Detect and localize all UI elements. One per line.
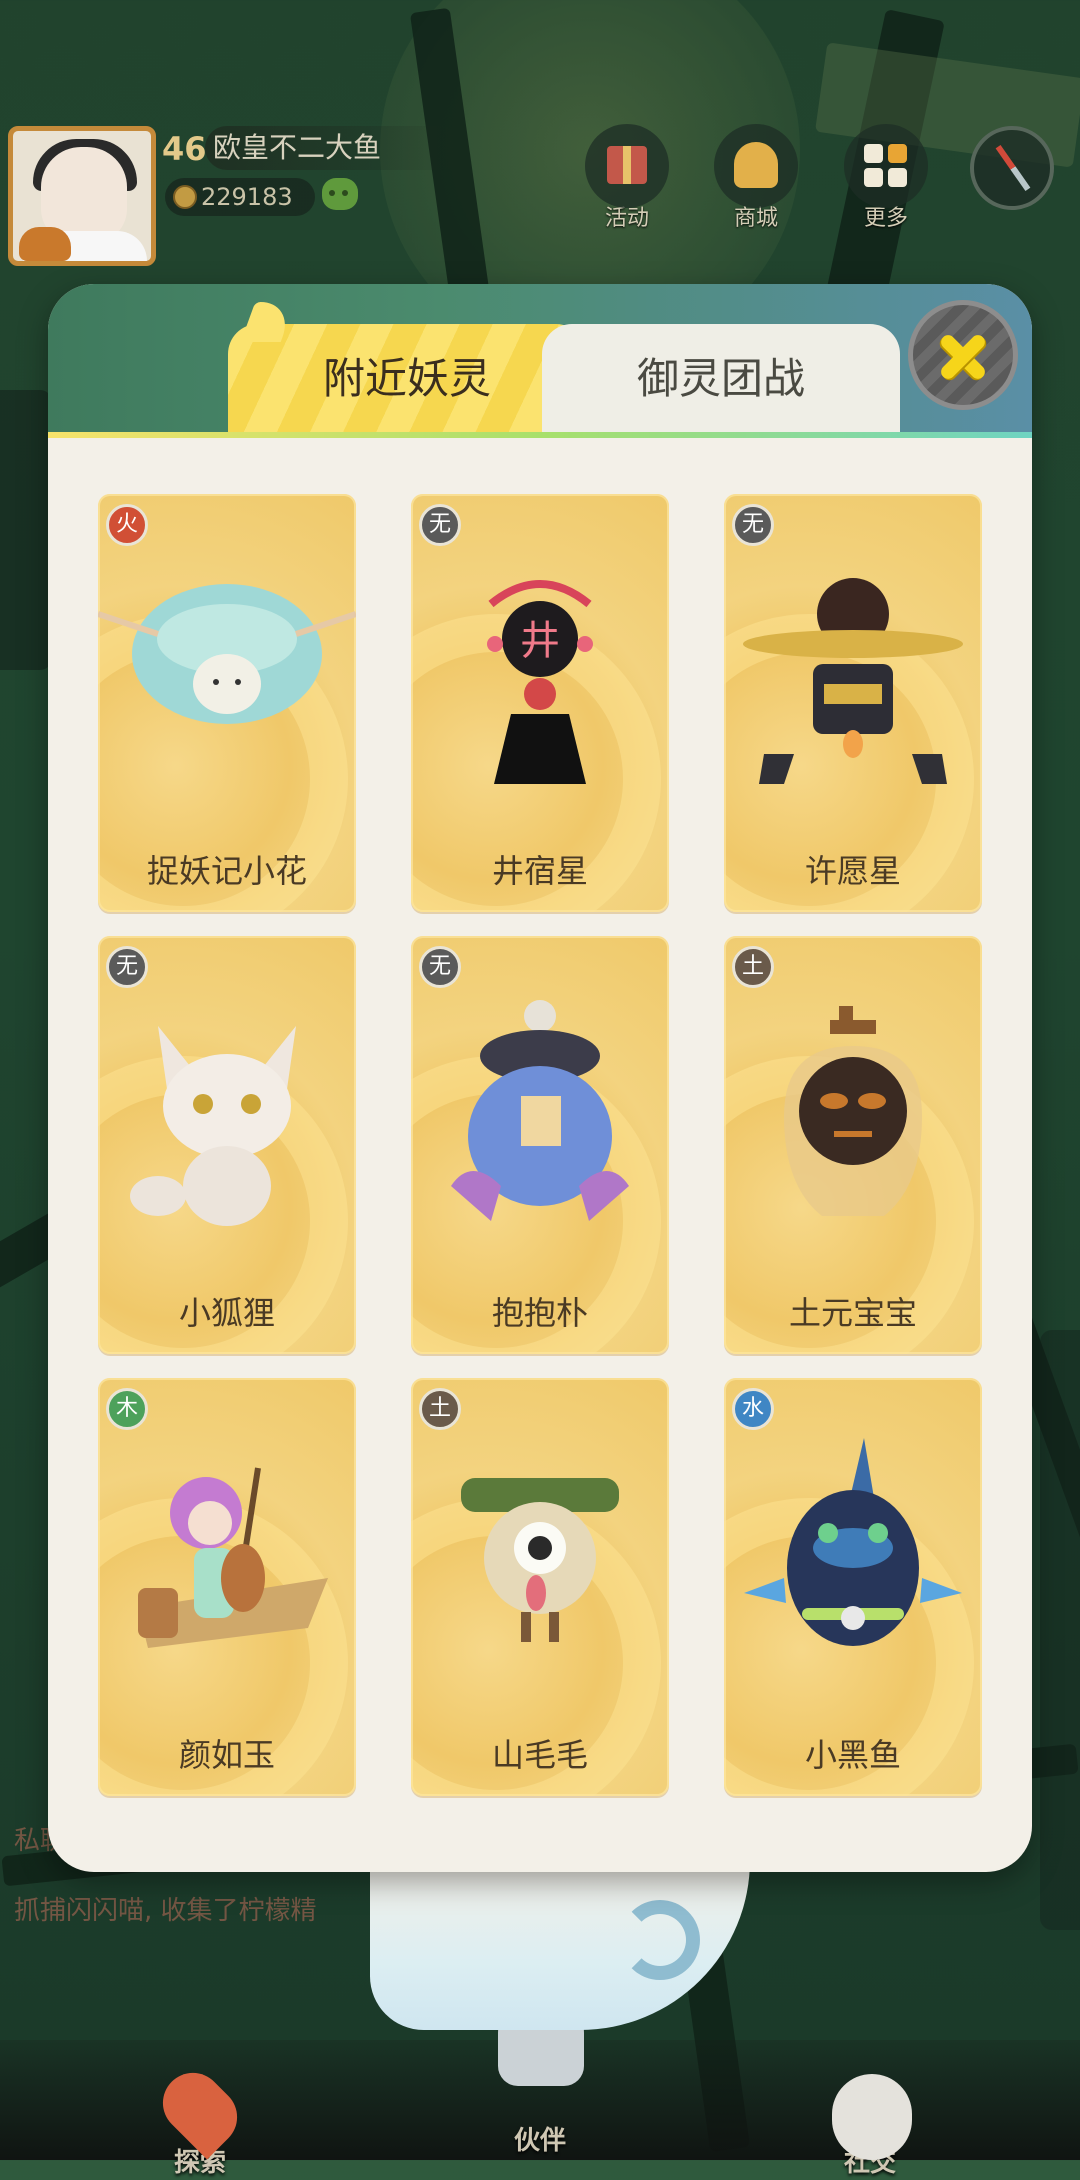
creature-xiaoheiyu-icon (744, 1438, 962, 1646)
element-badge: 无 (106, 946, 148, 988)
tab-nearby-spirits[interactable]: 附近妖灵 (228, 324, 586, 434)
creature-baobaopu-icon (451, 1000, 629, 1221)
creature-shanmaomao-icon (461, 1478, 619, 1642)
creature-jingsuxing-icon: 井 (487, 580, 593, 784)
modal-header: 附近妖灵 御灵团战 (48, 284, 1032, 438)
social-icon (832, 2074, 912, 2160)
spirit-name: 捉妖记小花 (146, 852, 307, 890)
creature-xuyuanxing-icon (743, 578, 963, 784)
spirit-card[interactable]: 木 颜如玉 (98, 1378, 356, 1796)
spirit-name: 许愿星 (804, 852, 901, 890)
side-panel-collapsed[interactable] (0, 390, 52, 670)
coin-amount: 229183 (201, 183, 293, 211)
spirit-name: 小狐狸 (178, 1294, 275, 1332)
spirit-name: 小黑鱼 (804, 1736, 901, 1774)
more-button[interactable]: 更多 (842, 124, 930, 232)
creature-yanruyu-icon (138, 1467, 328, 1648)
spirit-card[interactable]: 无 小狐狸 (98, 936, 356, 1354)
shop-button[interactable]: 商城 (712, 124, 800, 232)
spirit-card[interactable]: 无 井 井宿星 (411, 494, 669, 912)
element-badge: 水 (732, 1388, 774, 1430)
player-nickname: 欧皇不二大鱼 (205, 126, 463, 170)
chat-line: 抓捕闪闪喵, 收集了柠檬精 (14, 1896, 317, 1926)
gift-icon (607, 146, 647, 184)
element-badge: 火 (106, 504, 148, 546)
spirit-card[interactable]: 水 小黑鱼 (724, 1378, 982, 1796)
creature-xiaohua-icon (98, 584, 356, 724)
coin-icon (173, 185, 197, 209)
nav-explore[interactable]: 探索 (120, 2060, 280, 2179)
element-badge: 土 (732, 946, 774, 988)
element-badge: 无 (419, 946, 461, 988)
element-badge: 无 (419, 504, 461, 546)
wechat-icon[interactable] (322, 178, 358, 210)
creature-xiaohuli-icon (130, 1026, 296, 1226)
spirit-name: 颜如玉 (178, 1736, 275, 1774)
nav-companion-label: 伙伴 (513, 2126, 566, 2156)
compass-icon[interactable] (970, 126, 1054, 210)
nav-social[interactable]: 社交 (790, 2070, 950, 2179)
tab-team-battle[interactable]: 御灵团战 (542, 324, 900, 434)
nearby-spirits-modal: 附近妖灵 御灵团战 火 捉妖记小花 无 井 井宿星 无 许愿星 无 小狐狸 无 … (48, 284, 1032, 1872)
spirit-name: 土元宝宝 (788, 1294, 917, 1332)
spirit-name: 抱抱朴 (491, 1294, 588, 1332)
spirit-card[interactable]: 土 土元宝宝 (724, 936, 982, 1354)
coin-balance: 229183 (165, 178, 315, 216)
more-grid-icon (864, 144, 908, 188)
element-badge: 木 (106, 1388, 148, 1430)
map-pin-icon (150, 2060, 250, 2160)
spirit-card[interactable]: 土 山毛毛 (411, 1378, 669, 1796)
spirit-card[interactable]: 无 抱抱朴 (411, 936, 669, 1354)
spirit-name: 山毛毛 (491, 1736, 588, 1774)
spirit-name: 井宿星 (491, 852, 588, 890)
element-badge: 无 (732, 504, 774, 546)
element-badge: 土 (419, 1388, 461, 1430)
right-side-panel (1040, 1330, 1080, 1930)
close-x-icon[interactable] (908, 300, 1018, 410)
creature-tuyuanbaobao-icon (784, 1006, 922, 1216)
burger-icon (19, 227, 71, 261)
spirit-card[interactable]: 无 许愿星 (724, 494, 982, 912)
player-avatar[interactable] (8, 126, 156, 266)
shop-icon (734, 142, 778, 188)
player-level: 46 (162, 130, 207, 168)
spirit-card[interactable]: 火 捉妖记小花 (98, 494, 356, 912)
svg-text:井: 井 (520, 618, 560, 664)
activity-button[interactable]: 活动 (583, 124, 671, 232)
